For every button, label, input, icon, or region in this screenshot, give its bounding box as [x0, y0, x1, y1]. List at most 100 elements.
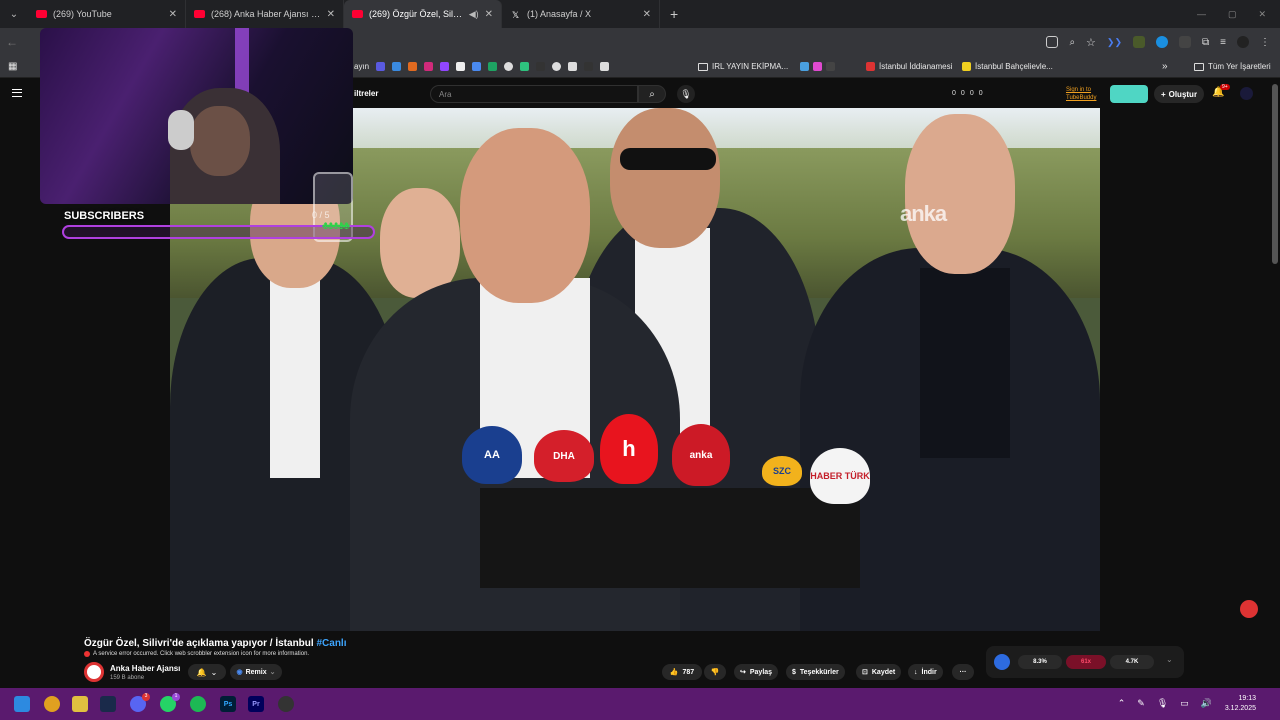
bookmark-star-icon[interactable]: ☆ — [1086, 36, 1096, 49]
save-button[interactable]: ⊡ Kaydet — [856, 664, 902, 680]
bookmark-favicon[interactable] — [584, 62, 593, 71]
apps-grid-icon[interactable]: ▦ — [8, 61, 17, 72]
tubebuddy-signin-link[interactable]: Sign in to TubeBuddy — [1066, 86, 1096, 102]
close-icon[interactable]: ✕ — [327, 9, 335, 20]
tab-anka-channel[interactable]: (268) Anka Haber Ajansı - YouTu ✕ — [186, 0, 344, 28]
bookmark-istanbul-iddianame[interactable]: İstanbul İddianamesi — [866, 62, 952, 71]
tab-youtube-home[interactable]: (269) YouTube ✕ — [28, 0, 186, 28]
chrome-icon[interactable] — [44, 696, 60, 712]
search-icon: ⌕ — [649, 88, 655, 100]
media-control-icon[interactable]: ≡ — [1220, 37, 1226, 48]
thanks-button[interactable]: $ Teşekkürler — [786, 664, 845, 680]
close-window-icon[interactable]: ✕ — [1258, 9, 1266, 20]
display-icon[interactable]: ▭ — [1180, 698, 1189, 709]
bookmark-favicon[interactable] — [408, 62, 417, 71]
x-icon[interactable] — [456, 62, 465, 71]
bookmark-favicon[interactable] — [813, 62, 822, 71]
steam-icon[interactable] — [100, 696, 116, 712]
bookmark-favicon[interactable] — [392, 62, 401, 71]
extension-icon[interactable] — [1179, 36, 1192, 48]
remix-button[interactable]: ◉ Remix ⌄ — [230, 664, 282, 680]
hamburger-menu-icon[interactable] — [12, 89, 22, 97]
extension-icon[interactable]: ❯❯ — [1107, 37, 1122, 48]
file-explorer-icon[interactable] — [72, 696, 88, 712]
download-button[interactable]: ↓ İndir — [908, 664, 943, 680]
filters-button[interactable]: iltreler — [354, 89, 378, 98]
tab-x-home[interactable]: 𝕏 (1) Anasayfa / X ✕ — [502, 0, 660, 28]
microphone-icon[interactable]: 🎙 — [1157, 698, 1168, 709]
dislike-button[interactable]: 👎 — [704, 664, 726, 680]
create-button[interactable]: + Oluştur — [1154, 85, 1204, 103]
bookmark-istanbul-bahcelievler[interactable]: İstanbul Bahçelievle... — [962, 62, 1053, 71]
thumbs-up-icon: 👍 — [669, 669, 679, 676]
back-icon[interactable]: ← — [0, 35, 24, 49]
channel-avatar[interactable] — [84, 662, 104, 682]
pen-icon[interactable]: ✎ — [1137, 698, 1145, 709]
premiere-icon[interactable]: Pr — [248, 696, 264, 712]
photoshop-icon[interactable]: Ps — [220, 696, 236, 712]
menu-dots-icon[interactable]: ⋮ — [1260, 37, 1270, 48]
clock-time: 19:13 — [1238, 695, 1256, 702]
instagram-icon[interactable] — [424, 62, 433, 71]
search-input[interactable]: Ara — [430, 85, 638, 103]
bookmark-favicon[interactable] — [520, 62, 529, 71]
person-head — [905, 114, 1015, 274]
more-actions-button[interactable]: ··· — [952, 664, 974, 680]
bookmark-favicon-group — [800, 62, 835, 71]
install-app-icon[interactable] — [1046, 36, 1059, 48]
bookmark-favicon[interactable] — [504, 62, 513, 71]
spotify-icon[interactable] — [190, 696, 206, 712]
close-icon[interactable]: ✕ — [485, 9, 493, 20]
all-bookmarks-folder[interactable]: Tüm Yer İşaretleri — [1194, 62, 1271, 71]
like-button[interactable]: 👍 787 — [662, 664, 702, 680]
notification-badge: 9+ — [1220, 84, 1230, 90]
bookmark-favicon[interactable] — [800, 62, 809, 71]
search-button[interactable]: ⌕ — [638, 85, 666, 103]
volume-icon[interactable]: 🔊 — [1201, 698, 1212, 709]
hashtag-link[interactable]: #Canlı — [316, 638, 346, 649]
person-vest — [920, 268, 1010, 458]
minimize-icon[interactable]: — — [1197, 9, 1206, 20]
stat-value: 0 — [952, 90, 956, 97]
zoom-icon[interactable]: ⌕ — [1069, 37, 1075, 48]
channel-name[interactable]: Anka Haber Ajansı — [110, 664, 180, 673]
maximize-icon[interactable]: ▢ — [1228, 9, 1237, 20]
youtube-icon — [36, 10, 47, 18]
tab-video[interactable]: (269) Özgür Özel, Silivri'de ◀) ✕ — [344, 0, 502, 28]
bookmark-favicon[interactable] — [552, 62, 561, 71]
extension-icon[interactable] — [1133, 36, 1146, 48]
microphone-icon: 🎙 — [680, 88, 692, 99]
share-button[interactable]: ↪ Paylaş — [734, 664, 779, 680]
account-avatar[interactable] — [1240, 87, 1253, 100]
bookmark-favicon[interactable] — [536, 62, 545, 71]
profile-icon[interactable] — [1237, 36, 1249, 48]
bookmark-favicon[interactable] — [600, 62, 609, 71]
speaker-icon[interactable]: ◀) — [469, 9, 479, 20]
like-count: 787 — [682, 668, 695, 676]
subscription-bell-button[interactable]: 🔔 ⌄ — [188, 664, 226, 680]
close-icon[interactable]: ✕ — [643, 9, 651, 20]
chevron-down-icon[interactable]: ⌄ — [1166, 655, 1173, 664]
close-icon[interactable]: ✕ — [169, 9, 177, 20]
bookmark-folder-irl[interactable]: IRL YAYIN EKİPMA... — [698, 62, 788, 71]
extensions-puzzle-icon[interactable]: ⧉ — [1202, 37, 1209, 48]
chevron-right-icon[interactable]: » — [1162, 61, 1168, 72]
twitch-icon[interactable] — [440, 62, 449, 71]
windows-start-icon[interactable] — [14, 696, 30, 712]
docs-icon[interactable] — [472, 62, 481, 71]
bookmark-favicon[interactable] — [568, 62, 577, 71]
tubebuddy-button[interactable] — [1110, 85, 1148, 103]
tray-chevron-icon[interactable]: ⌃ — [1118, 698, 1126, 709]
page-scrollbar[interactable] — [1272, 84, 1278, 264]
subscriber-count: 0 / 5 — [312, 210, 330, 220]
sheets-icon[interactable] — [488, 62, 497, 71]
obs-icon[interactable] — [278, 696, 294, 712]
bookmark-item[interactable]: ayın — [354, 62, 369, 71]
tab-search-button[interactable]: ⌄ — [0, 0, 28, 28]
extension-icon[interactable] — [1156, 36, 1169, 48]
voice-search-button[interactable]: 🎙 — [677, 85, 695, 103]
system-clock[interactable]: 19:13 3.12.2025 — [1225, 694, 1256, 714]
new-tab-button[interactable]: + — [660, 6, 688, 22]
bookmark-favicon[interactable] — [826, 62, 835, 71]
bookmark-favicon[interactable] — [376, 62, 385, 71]
